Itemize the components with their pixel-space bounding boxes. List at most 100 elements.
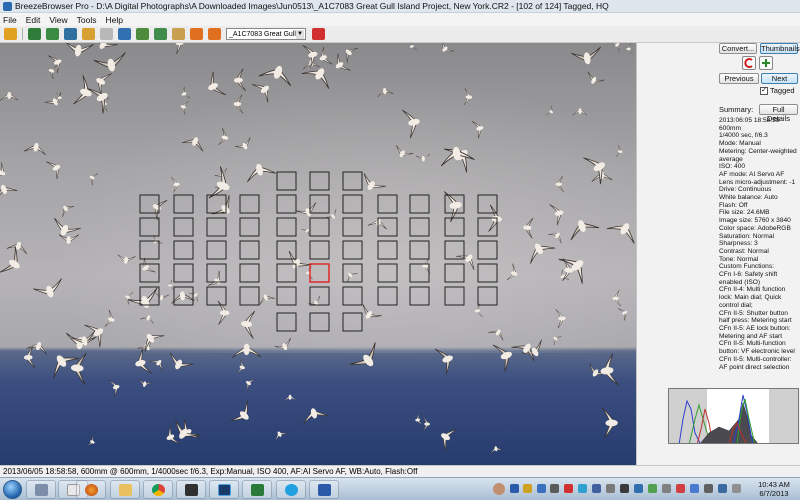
tray-display-icon[interactable] [690, 484, 699, 493]
move-icon[interactable] [154, 28, 167, 40]
convert-button[interactable]: Convert... [719, 43, 757, 54]
bird [488, 329, 504, 341]
arrow-left-icon[interactable] [190, 28, 203, 40]
bird-body [66, 236, 71, 244]
skype-icon [285, 484, 298, 496]
tray-info-icon[interactable] [634, 484, 643, 493]
status-bar: 2013/06/05 18:58:58, 600mm @ 600mm, 1/40… [0, 465, 800, 477]
bird [301, 228, 310, 236]
taskbar-calculator[interactable] [26, 480, 56, 499]
add-icon[interactable] [759, 56, 773, 70]
menu-edit[interactable]: Edit [26, 15, 41, 25]
excel-icon [251, 484, 264, 496]
bird-body [112, 385, 120, 390]
af-point [173, 194, 194, 214]
bird-body [415, 418, 421, 422]
bird [0, 91, 19, 101]
undo-icon[interactable] [742, 56, 756, 70]
bird [583, 157, 606, 185]
bird-body [578, 108, 582, 114]
image-viewer[interactable] [0, 43, 636, 465]
tray-device-icon[interactable] [550, 484, 559, 493]
taskbar-chrome[interactable] [143, 480, 173, 499]
af-point [139, 263, 160, 283]
bird-body [107, 58, 116, 72]
bird [23, 142, 46, 156]
bird-body [424, 422, 430, 426]
music-note-icon[interactable] [172, 28, 185, 40]
taskbar-explorer[interactable] [110, 480, 140, 499]
tray-app-icon[interactable] [523, 484, 532, 493]
menu-view[interactable]: View [49, 15, 67, 25]
tray-network-icon[interactable] [592, 484, 601, 493]
af-point [342, 171, 363, 191]
file-select-dropdown[interactable]: _A1C7083 Great Gull Is ▼ [226, 28, 306, 40]
bird-body [494, 446, 498, 452]
bird [506, 263, 518, 280]
arrow-right-icon[interactable] [208, 28, 221, 40]
af-point [276, 312, 297, 332]
menu-file[interactable]: File [3, 15, 17, 25]
af-point [239, 240, 260, 260]
user-avatar-icon[interactable] [493, 483, 505, 495]
previous-button[interactable]: Previous [719, 73, 759, 84]
tray-security-icon[interactable] [648, 484, 657, 493]
tray-wifi-icon[interactable] [718, 484, 727, 493]
thumbnails-button[interactable]: Thumbnails [760, 43, 800, 54]
bird-body [233, 101, 242, 107]
taskbar-skype[interactable] [276, 480, 306, 499]
bird [325, 209, 337, 219]
bird [169, 352, 194, 370]
tray-alert-icon[interactable] [564, 484, 573, 493]
thumbnails-grid-icon[interactable] [28, 28, 41, 40]
bird-body [558, 316, 566, 321]
next-button[interactable]: Next [761, 73, 798, 84]
full-details-button[interactable]: Full Details [759, 104, 798, 123]
exif-detail-line: Sharpness: 3 [719, 240, 758, 248]
taskbar-photoshop[interactable] [209, 480, 239, 499]
taskbar-excel[interactable] [242, 480, 272, 499]
bird [23, 346, 36, 369]
taskbar-camera[interactable] [176, 480, 206, 499]
start-button[interactable] [3, 480, 22, 499]
bird [415, 413, 423, 426]
rotate-icon[interactable] [118, 28, 131, 40]
tray-bluetooth-icon[interactable] [537, 484, 546, 493]
tray-usb-icon[interactable] [620, 484, 629, 493]
bird-body [160, 295, 164, 301]
bird [347, 272, 358, 283]
af-point [276, 240, 297, 260]
taskbar-firefox[interactable] [76, 480, 106, 499]
tagged-checkbox[interactable]: ✓ [760, 87, 768, 95]
histogram-shadow-zone [669, 389, 707, 443]
tray-cloud-icon[interactable] [578, 484, 587, 493]
filmstrip-icon[interactable] [46, 28, 59, 40]
tray-volume-icon[interactable] [732, 484, 741, 493]
af-point-selected [309, 263, 330, 283]
bird [181, 137, 204, 152]
title-bar: BreezeBrowser Pro - D:\A Digital Photogr… [0, 0, 800, 13]
af-point [377, 194, 398, 214]
taskbar-clock[interactable]: 10:43 AM 6/7/2013 [752, 480, 796, 498]
exif-detail-line: Metering: Center-weighted average [719, 147, 797, 163]
taskbar-word[interactable] [309, 480, 339, 499]
af-point [342, 312, 363, 332]
copy-icon[interactable] [136, 28, 149, 40]
bird [415, 153, 431, 162]
tag-check-icon[interactable] [100, 28, 113, 40]
delete-icon[interactable] [312, 28, 325, 40]
menu-help[interactable]: Help [105, 15, 122, 25]
tray-antivirus-icon[interactable] [676, 484, 685, 493]
bird [58, 234, 80, 244]
open-folder-icon[interactable] [4, 28, 17, 40]
word-icon [318, 484, 331, 496]
tray-monitor-icon[interactable] [606, 484, 615, 493]
tray-word-icon[interactable] [510, 484, 519, 493]
menu-tools[interactable]: Tools [77, 15, 97, 25]
bird [140, 315, 154, 324]
bird [86, 434, 95, 447]
full-screen-icon[interactable] [64, 28, 77, 40]
raw-convert-icon[interactable] [82, 28, 95, 40]
tray-printer-icon[interactable] [662, 484, 671, 493]
tray-power-icon[interactable] [704, 484, 713, 493]
